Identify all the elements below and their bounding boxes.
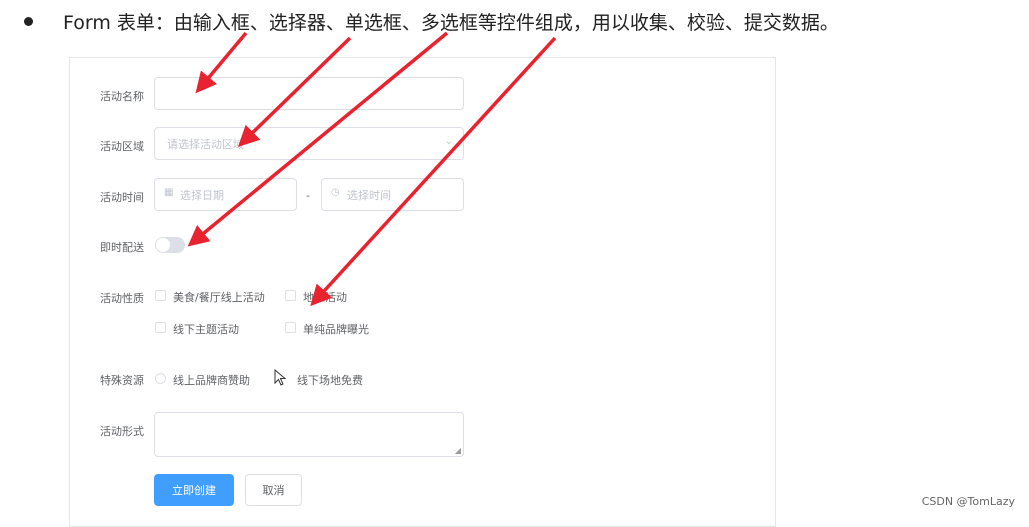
arrow-to-checkbox xyxy=(310,36,557,307)
arrow-to-input xyxy=(195,31,248,94)
annotation-arrows xyxy=(187,31,557,307)
arrow-to-switch xyxy=(187,31,449,247)
